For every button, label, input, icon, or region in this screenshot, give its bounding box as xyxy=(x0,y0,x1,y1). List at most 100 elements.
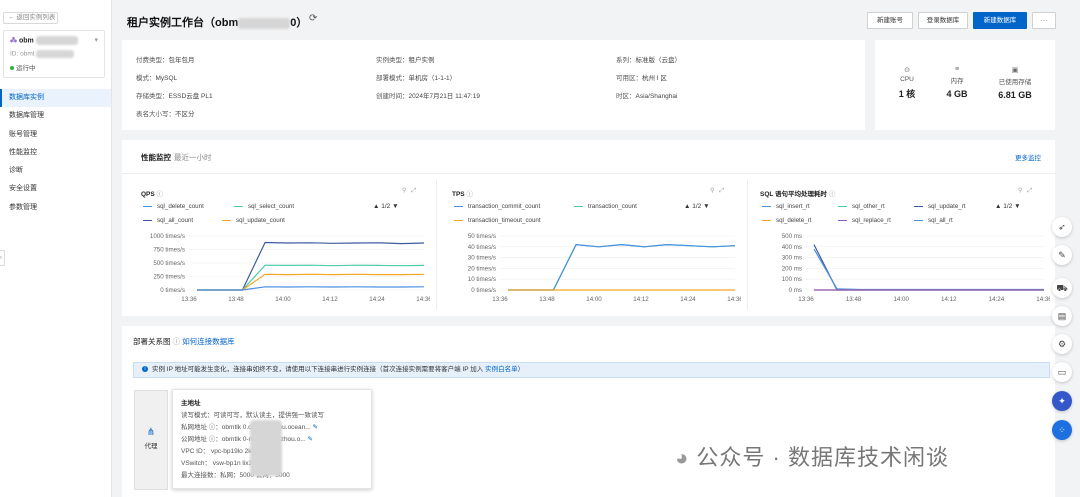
legend-item[interactable]: transaction_count xyxy=(574,203,637,210)
watermark: ◕ 公众号 · 数据库技术闲谈 xyxy=(675,445,949,470)
instance-icon: ⁂ xyxy=(10,37,17,45)
y-tick-label: 200 ms xyxy=(782,265,802,272)
legend-item[interactable]: sql_delete_rt xyxy=(762,217,811,224)
legend-item[interactable]: sql_all_count xyxy=(143,217,193,224)
whitelist-link[interactable]: 实例白名单 xyxy=(485,366,518,373)
x-tick-label: 14:36 xyxy=(1036,296,1050,303)
more-monitor-link[interactable]: 更多监控 xyxy=(1015,152,1041,162)
x-tick-label: 14:12 xyxy=(941,296,957,303)
pin-icon: ⚲ xyxy=(402,188,407,194)
chart-tools[interactable]: ⚲ ⤢ xyxy=(1018,187,1032,195)
y-tick-label: 40 times/s xyxy=(468,244,496,251)
how-to-connect-link[interactable]: 如何连接数据库 xyxy=(182,337,235,346)
deploy-mode: 部署模式：单机房（1-1-1） xyxy=(376,75,457,82)
monitor-title: 性能监控 最近一小时 xyxy=(141,153,212,162)
info-icon: i xyxy=(142,366,148,373)
storage-type: 存储类型：ESSD云盘 PL1 xyxy=(136,93,213,100)
legend-item[interactable]: sql_select_count xyxy=(234,203,294,210)
edit-icon[interactable]: ✎ xyxy=(1052,245,1072,265)
page-title: 租户实例工作台（obm 0） xyxy=(127,17,308,29)
wechat-icon: ◕ xyxy=(675,445,690,470)
chart-tools[interactable]: ⚲ ⤢ xyxy=(402,187,416,195)
legend-item[interactable]: sql_update_count xyxy=(222,217,285,224)
instance-card[interactable]: ⁂ obm ▾ ID: obmt 运行中 xyxy=(3,30,105,78)
table-case: 表名大小写：不区分 xyxy=(136,111,195,118)
edit-icon[interactable]: ✎ xyxy=(313,424,318,431)
x-tick-label: 13:36 xyxy=(492,296,508,303)
instance-id: ID: obmt xyxy=(10,50,98,58)
y-tick-label: 0 ms xyxy=(789,287,802,294)
cpu-icon: ⊙ xyxy=(904,67,910,74)
y-tick-label: 30 times/s xyxy=(468,255,496,262)
zone: 可用区：杭州 I 区 xyxy=(616,75,667,82)
expand-icon: ⤢ xyxy=(411,188,417,194)
cart-icon[interactable]: ⛟ xyxy=(1052,278,1072,298)
qps-chart-title: QPS ⓘ xyxy=(141,191,164,198)
edit-icon[interactable]: ✎ xyxy=(307,436,312,443)
legend-pager[interactable]: ▲ 1/2 ▼ xyxy=(684,203,710,210)
gear-icon[interactable]: ⚙ xyxy=(1052,334,1072,354)
legend-item[interactable]: transaction_timeout_count xyxy=(454,217,541,224)
sidebar-item-diagnosis[interactable]: 诊断 xyxy=(0,162,111,180)
proxy-node[interactable]: ⋔ 代理 xyxy=(134,390,168,490)
tps-chart: 0 times/s 10 times/s 20 times/s 30 times/s 4… xyxy=(468,233,741,303)
sidebar-item-security[interactable]: 安全设置 xyxy=(0,180,111,198)
legend-item[interactable]: transaction_commit_count xyxy=(454,203,540,210)
x-tick-label: 14:00 xyxy=(275,296,291,303)
sidebar-item-accounts[interactable]: 账号管理 xyxy=(0,126,111,144)
sql-chart-title: SQL 语句平均处理耗时 ⓘ xyxy=(760,191,836,198)
y-tick-label: 400 ms xyxy=(782,244,802,251)
create-account-button[interactable]: 新建账号 xyxy=(867,12,913,29)
x-tick-label: 13:48 xyxy=(539,296,555,303)
sidebar-collapse-handle[interactable]: › xyxy=(0,250,5,266)
instance-name: ⁂ obm ▾ xyxy=(10,36,98,45)
tps-chart-title: TPS ⓘ xyxy=(452,191,473,198)
legend-item[interactable]: sql_insert_rt xyxy=(762,203,810,210)
assistant-icon[interactable]: ✦ xyxy=(1052,391,1072,411)
legend-pager[interactable]: ▲ 1/2 ▼ xyxy=(995,203,1021,210)
x-tick-label: 13:48 xyxy=(228,296,244,303)
sidebar-item-perf-monitor[interactable]: 性能监控 xyxy=(0,144,111,162)
calendar-icon[interactable]: ▤ xyxy=(1052,306,1072,326)
legend-item[interactable]: sql_delete_count xyxy=(143,203,204,210)
sidebar-item-db-manage[interactable]: 数据库管理 xyxy=(0,107,111,125)
deploy-title: 部署关系图 ⓘ 如何连接数据库 xyxy=(133,337,235,346)
series-line-transaction_commit_count xyxy=(508,243,736,291)
series: 系列：标准版（云盘） xyxy=(616,57,681,64)
instance-info-card: 付费类型：包年包月 实例类型：租户实例 系列：标准版（云盘） 模式：MySQL … xyxy=(122,40,865,130)
cpu-stat: ⊙ CPU 1 核 xyxy=(882,66,932,100)
legend-pager[interactable]: ▲ 1/2 ▼ xyxy=(373,203,399,210)
y-tick-label: 1000 times/s xyxy=(150,233,185,240)
legend-item[interactable]: sql_replace_rt xyxy=(838,217,891,224)
more-button[interactable]: ··· xyxy=(1032,12,1056,29)
divider xyxy=(747,180,748,310)
y-tick-label: 0 times/s xyxy=(471,287,496,294)
y-tick-label: 500 ms xyxy=(782,233,802,240)
x-tick-label: 14:12 xyxy=(322,296,338,303)
help-icon: ⓘ xyxy=(156,191,164,198)
refresh-icon[interactable]: ⟳ xyxy=(309,13,317,24)
memory-icon: ≡ xyxy=(954,66,960,73)
redacted-id xyxy=(36,50,75,58)
create-db-button[interactable]: 新建数据库 xyxy=(973,12,1027,29)
message-icon[interactable]: ▭ xyxy=(1052,362,1072,382)
rocket-icon[interactable]: ➶ xyxy=(1052,217,1072,237)
series-line-sql_update_rt xyxy=(813,244,1044,291)
login-db-button[interactable]: 登录数据库 xyxy=(918,12,968,29)
chevron-down-icon[interactable]: ▾ xyxy=(94,36,98,44)
chart-tools[interactable]: ⚲ ⤢ xyxy=(710,187,724,195)
x-tick-label: 14:12 xyxy=(633,296,649,303)
sidebar-item-params[interactable]: 参数管理 xyxy=(0,199,111,217)
back-to-list-button[interactable]: ← 返回实例列表 xyxy=(3,12,58,24)
apps-icon[interactable]: ⁘ xyxy=(1052,420,1072,440)
sidebar-item-db-instance[interactable]: 数据库实例 xyxy=(0,89,111,108)
legend-item[interactable]: sql_update_rt xyxy=(914,203,966,210)
legend-item[interactable]: sql_other_rt xyxy=(838,203,885,210)
help-icon: ⓘ xyxy=(828,191,836,198)
y-tick-label: 0 times/s xyxy=(160,287,185,294)
timezone: 时区：Asia/Shanghai xyxy=(616,93,678,100)
expand-icon: ⤢ xyxy=(1027,188,1033,194)
legend-item[interactable]: sql_all_rt xyxy=(914,217,953,224)
help-icon: ⓘ xyxy=(466,191,473,198)
x-tick-label: 14:00 xyxy=(893,296,909,303)
